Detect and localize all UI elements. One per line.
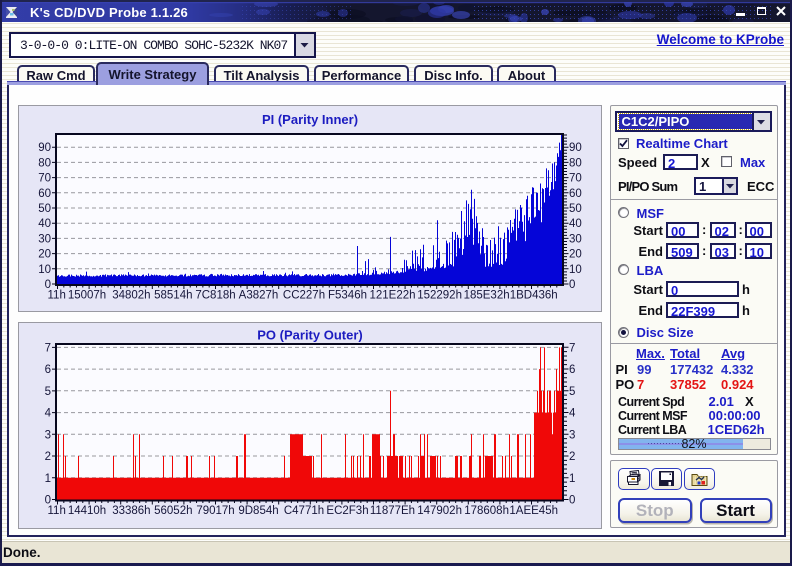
svg-text:70: 70 bbox=[38, 173, 51, 185]
svg-text:50: 50 bbox=[569, 203, 582, 215]
svg-text:1AEE45h: 1AEE45h bbox=[509, 505, 558, 517]
svg-text:80: 80 bbox=[569, 157, 582, 169]
svg-text:10: 10 bbox=[38, 264, 51, 276]
svg-text:1BD436h: 1BD436h bbox=[510, 290, 558, 302]
svg-text:40: 40 bbox=[38, 218, 51, 230]
svg-text:185E32h: 185E32h bbox=[464, 290, 510, 302]
svg-text:10: 10 bbox=[569, 264, 582, 276]
svg-text:121E22h: 121E22h bbox=[369, 290, 415, 302]
svg-text:152292h: 152292h bbox=[417, 290, 462, 302]
svg-text:147902h: 147902h bbox=[417, 505, 462, 517]
svg-text:60: 60 bbox=[569, 188, 582, 200]
svg-text:11h: 11h bbox=[48, 290, 66, 302]
svg-text:50: 50 bbox=[38, 203, 51, 215]
svg-text:6: 6 bbox=[45, 364, 51, 376]
svg-text:3: 3 bbox=[45, 429, 51, 441]
svg-text:58514h: 58514h bbox=[154, 290, 192, 302]
svg-text:2: 2 bbox=[569, 451, 575, 463]
svg-text:0: 0 bbox=[569, 494, 575, 506]
svg-text:60: 60 bbox=[38, 188, 51, 200]
svg-text:90: 90 bbox=[569, 142, 582, 154]
svg-text:EC2F3h: EC2F3h bbox=[326, 505, 368, 517]
svg-text:20: 20 bbox=[38, 249, 51, 261]
svg-text:5: 5 bbox=[569, 385, 575, 397]
svg-text:7: 7 bbox=[569, 342, 575, 354]
svg-text:A3827h: A3827h bbox=[239, 290, 279, 302]
svg-text:90: 90 bbox=[38, 142, 51, 154]
svg-text:5: 5 bbox=[45, 385, 51, 397]
svg-text:11h: 11h bbox=[48, 505, 66, 517]
svg-text:7: 7 bbox=[45, 342, 51, 354]
svg-text:20: 20 bbox=[569, 249, 582, 261]
svg-text:56052h: 56052h bbox=[154, 505, 192, 517]
svg-text:1: 1 bbox=[45, 472, 51, 484]
svg-text:3: 3 bbox=[569, 429, 575, 441]
svg-text:30: 30 bbox=[38, 233, 51, 245]
svg-text:79017h: 79017h bbox=[196, 505, 234, 517]
svg-text:7C818h: 7C818h bbox=[195, 290, 235, 302]
svg-text:PI (Parity Inner): PI (Parity Inner) bbox=[262, 112, 358, 127]
svg-text:C4771h: C4771h bbox=[284, 505, 324, 517]
svg-text:0: 0 bbox=[569, 279, 575, 291]
svg-text:14410h: 14410h bbox=[68, 505, 106, 517]
svg-text:40: 40 bbox=[569, 218, 582, 230]
svg-text:34802h: 34802h bbox=[112, 290, 150, 302]
svg-text:2: 2 bbox=[45, 451, 51, 463]
svg-text:33386h: 33386h bbox=[112, 505, 150, 517]
svg-text:15007h: 15007h bbox=[68, 290, 106, 302]
svg-text:6: 6 bbox=[569, 364, 575, 376]
svg-text:CC227h: CC227h bbox=[283, 290, 325, 302]
svg-text:F5346h: F5346h bbox=[328, 290, 367, 302]
svg-text:30: 30 bbox=[569, 233, 582, 245]
svg-text:178608h: 178608h bbox=[464, 505, 509, 517]
svg-text:9D854h: 9D854h bbox=[238, 505, 278, 517]
svg-text:70: 70 bbox=[569, 173, 582, 185]
svg-text:PO (Parity Outer): PO (Parity Outer) bbox=[257, 327, 362, 342]
svg-text:1: 1 bbox=[569, 472, 575, 484]
svg-text:80: 80 bbox=[38, 157, 51, 169]
svg-text:11877Eh: 11877Eh bbox=[370, 505, 415, 517]
svg-text:4: 4 bbox=[569, 407, 576, 419]
svg-text:4: 4 bbox=[45, 407, 52, 419]
